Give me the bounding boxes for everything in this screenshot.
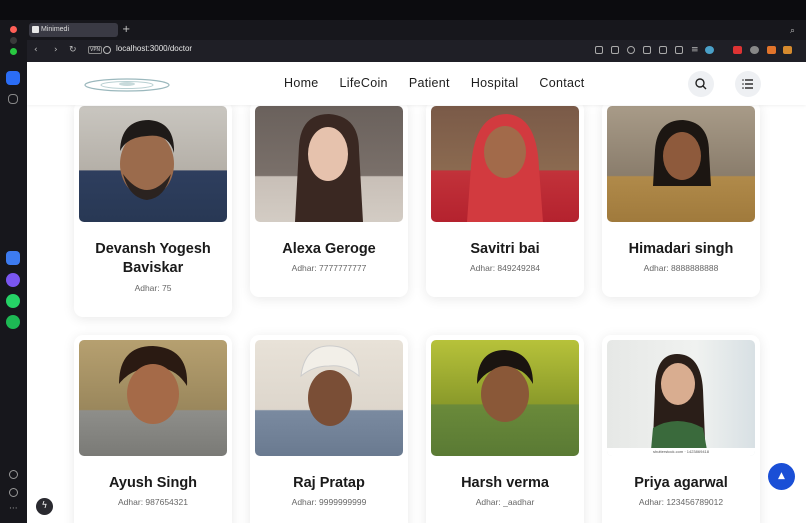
close-window-button[interactable] bbox=[10, 26, 17, 33]
extension-orange-icon[interactable] bbox=[767, 46, 776, 54]
tab-strip bbox=[0, 20, 806, 40]
menu-icon[interactable]: ≡ bbox=[691, 44, 699, 56]
doctor-photo bbox=[607, 106, 755, 222]
sidebar-more-icon[interactable]: ··· bbox=[9, 503, 18, 515]
doctor-adhar: Adhar: 987654321 bbox=[118, 497, 188, 507]
reload-icon[interactable]: ↻ bbox=[69, 44, 77, 56]
doctor-adhar: Adhar: 7777777777 bbox=[291, 263, 367, 273]
doctor-adhar: Adhar: 75 bbox=[134, 283, 172, 293]
site-info-icon[interactable] bbox=[103, 46, 111, 54]
tab-minimedi[interactable]: Minimedi bbox=[29, 23, 118, 37]
sidebar-star-icon[interactable] bbox=[8, 94, 18, 104]
doctor-adhar: Adhar: 123456789012 bbox=[638, 497, 724, 507]
main-menu: Home LifeCoin Patient Hospital Contact bbox=[284, 76, 585, 90]
search-button[interactable] bbox=[688, 71, 714, 97]
site-navbar: Home LifeCoin Patient Hospital Contact bbox=[27, 62, 806, 105]
doctor-card[interactable]: Savitri bai Adhar: 849249284 bbox=[426, 101, 584, 297]
doctor-photo bbox=[79, 340, 227, 456]
doctor-photo bbox=[431, 106, 579, 222]
doctor-name: Ayush Singh bbox=[108, 475, 198, 491]
forward-icon[interactable]: › bbox=[54, 44, 58, 56]
photo-watermark: shutterstock.com · 1423869418 bbox=[652, 449, 710, 454]
doctor-name: Savitri bai bbox=[470, 241, 540, 257]
chevron-up-icon: ▲ bbox=[778, 471, 785, 481]
doctor-name: Devansh Yogesh Baviskar bbox=[95, 241, 211, 276]
nav-lifecoin[interactable]: LifeCoin bbox=[340, 76, 388, 90]
sidebar-home-icon[interactable] bbox=[6, 71, 20, 85]
doctor-photo bbox=[431, 340, 579, 456]
doctor-photo: shutterstock.com · 1423869418 bbox=[607, 340, 755, 456]
vpn-badge[interactable]: VPN bbox=[88, 46, 103, 54]
doctor-name: Priya agarwal bbox=[634, 475, 728, 491]
edit-icon[interactable] bbox=[595, 46, 603, 54]
heart-icon[interactable] bbox=[659, 46, 667, 54]
new-tab-button[interactable]: + bbox=[122, 24, 130, 36]
doctor-card[interactable]: Alexa Geroge Adhar: 7777777777 bbox=[250, 101, 408, 297]
extension-red-icon[interactable] bbox=[733, 46, 742, 54]
doctor-photo bbox=[79, 106, 227, 222]
download-icon[interactable] bbox=[675, 46, 683, 54]
doctor-name: Harsh verma bbox=[461, 475, 549, 491]
doctor-card[interactable]: Harsh verma Adhar: _aadhar bbox=[426, 335, 584, 523]
sidebar-history-icon[interactable] bbox=[9, 488, 18, 497]
sidebar-whatsapp-icon[interactable] bbox=[6, 294, 20, 308]
search-icon bbox=[695, 78, 707, 90]
tab-title: Minimedi bbox=[41, 26, 70, 33]
doctor-adhar: Adhar: 8888888888 bbox=[643, 263, 719, 273]
nav-contact[interactable]: Contact bbox=[539, 76, 584, 90]
doctor-name: Alexa Geroge bbox=[282, 241, 376, 257]
menu-button[interactable] bbox=[735, 71, 761, 97]
doctor-adhar: Adhar: 9999999999 bbox=[291, 497, 367, 507]
minimize-window-button[interactable] bbox=[10, 37, 17, 44]
doctor-adhar: Adhar: 849249284 bbox=[470, 263, 540, 273]
sidebar-heart-icon[interactable] bbox=[9, 470, 18, 479]
doctor-card[interactable]: Raj Pratap Adhar: 9999999999 bbox=[250, 335, 408, 523]
doctor-photo bbox=[255, 106, 403, 222]
nav-patient[interactable]: Patient bbox=[409, 76, 450, 90]
bolt-icon[interactable]: ϟ bbox=[36, 498, 53, 515]
sidebar-app-store-icon[interactable] bbox=[6, 251, 20, 265]
back-icon[interactable]: ‹ bbox=[34, 44, 38, 56]
doctor-card[interactable]: Ayush Singh Adhar: 987654321 bbox=[74, 335, 232, 523]
doctor-photo bbox=[255, 340, 403, 456]
search-tabs-icon[interactable]: ⌕ bbox=[790, 25, 795, 37]
doctor-card[interactable]: Himadari singh Adhar: 8888888888 bbox=[602, 101, 760, 297]
nav-hospital[interactable]: Hospital bbox=[471, 76, 519, 90]
sidebar-spotify-icon[interactable] bbox=[6, 315, 20, 329]
minimedi-logo[interactable] bbox=[82, 74, 172, 94]
shield-icon[interactable] bbox=[627, 46, 635, 54]
webpage: Home LifeCoin Patient Hospital Contact D… bbox=[27, 62, 806, 523]
doctor-adhar: Adhar: _aadhar bbox=[475, 497, 535, 507]
nav-home[interactable]: Home bbox=[284, 76, 319, 90]
doctor-name: Himadari singh bbox=[628, 241, 734, 257]
maximize-window-button[interactable] bbox=[10, 48, 17, 55]
tab-favicon-icon bbox=[32, 26, 39, 33]
extension-tiger-icon[interactable] bbox=[783, 46, 792, 54]
sidebar-messenger-icon[interactable] bbox=[6, 273, 20, 287]
scroll-to-top-button[interactable]: ▲ bbox=[768, 463, 795, 490]
os-top-bar bbox=[0, 0, 806, 20]
doctor-card[interactable]: Devansh Yogesh Baviskar Adhar: 75 bbox=[74, 101, 232, 317]
doctor-card[interactable]: shutterstock.com · 1423869418 Priya agar… bbox=[602, 335, 760, 523]
url-field[interactable]: localhost:3000/doctor bbox=[116, 44, 192, 53]
profile-avatar-icon[interactable] bbox=[705, 46, 714, 54]
doctor-name: Raj Pratap bbox=[293, 475, 365, 491]
list-icon bbox=[742, 79, 753, 89]
extension-grey-icon[interactable] bbox=[750, 46, 759, 54]
camera-icon[interactable] bbox=[611, 46, 619, 54]
play-icon[interactable] bbox=[643, 46, 651, 54]
